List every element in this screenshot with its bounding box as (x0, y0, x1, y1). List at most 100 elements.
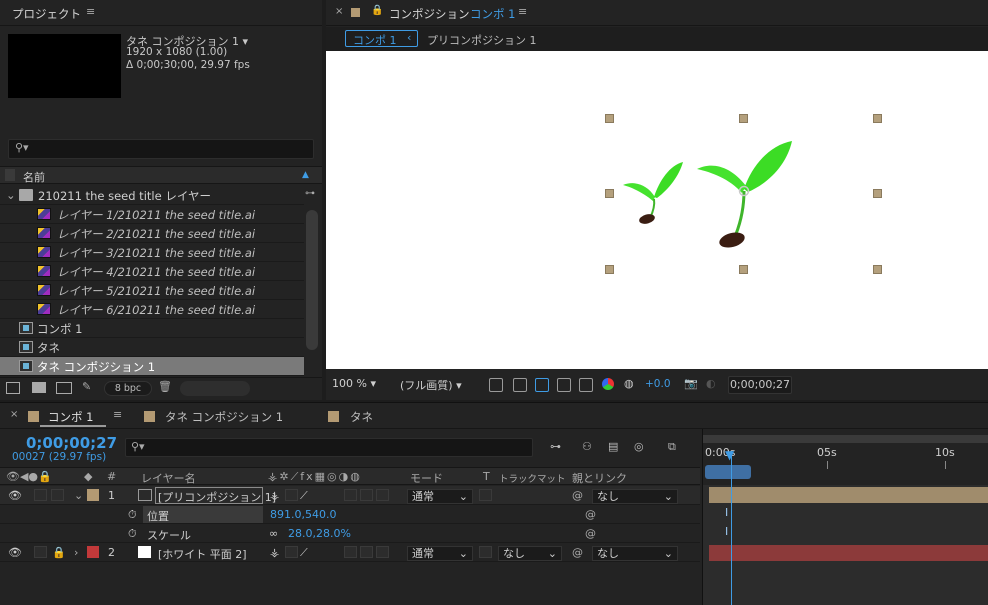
trackmatte-select[interactable]: なし ⌄ (498, 546, 562, 561)
project-search-input[interactable]: ⚲▾ (8, 139, 314, 159)
channel-icon[interactable] (602, 378, 614, 390)
keyframe-scale[interactable]: I (725, 525, 728, 538)
layer-name[interactable]: [ホワイト 平面 2] (158, 546, 247, 562)
layer-row-1[interactable]: 👁 ⌄ 1 [プリコンポジション 1] ⚶ ⟋ 通常 ⌄ @ なし ⌄ (0, 486, 700, 505)
list-item[interactable]: レイヤー 6/210211 the seed title.ai (0, 300, 304, 319)
shy-switch-icon[interactable]: ⚶ (270, 489, 279, 502)
camera-icon[interactable]: 📷 (684, 377, 698, 390)
constrain-link-icon[interactable]: ∞ (269, 527, 278, 540)
viewer-title[interactable]: コンポジション (389, 6, 470, 22)
bbox-handle[interactable] (739, 114, 748, 123)
new-comp-icon[interactable] (56, 382, 72, 394)
motion-blur-icon[interactable]: ◎ (634, 440, 644, 453)
flow-item-precomp[interactable]: プリコンポジション 1 (427, 32, 537, 48)
collapse-switch[interactable] (285, 546, 298, 558)
motion-blur-switch[interactable] (376, 489, 389, 501)
parent-select[interactable]: なし ⌄ (592, 489, 678, 504)
collapse-switch[interactable] (285, 489, 298, 501)
exposure-value[interactable]: +0.0 (645, 378, 671, 390)
tab-seed-comp[interactable]: タネ コンポジション 1 (165, 409, 283, 425)
preserve-transparency[interactable] (479, 489, 492, 501)
interpret-footage-icon[interactable] (6, 382, 20, 394)
comp-mini-flowchart-icon[interactable]: ⊶ (550, 440, 561, 453)
eye-icon[interactable]: 👁 (8, 489, 22, 502)
blend-mode-select[interactable]: 通常 ⌄ (407, 546, 473, 561)
bbox-handle[interactable] (605, 265, 614, 274)
chevron-left-icon[interactable]: ‹ (407, 31, 411, 44)
time-graph[interactable]: 0:00s 05s 10s I I ▼ (702, 429, 988, 605)
pen-icon[interactable]: ✎ (82, 380, 91, 393)
hamburger-icon[interactable]: ≡ (113, 408, 122, 421)
bpc-button[interactable]: 8 bpc (104, 381, 152, 396)
pickwhip-icon[interactable]: @ (585, 508, 596, 521)
keyframe-position[interactable]: I (725, 506, 728, 519)
scale-value[interactable]: 28.0,28.0% (288, 527, 351, 540)
playhead-handle[interactable]: ▼ (725, 448, 734, 462)
thumbnail-scroll[interactable] (180, 381, 250, 396)
list-item[interactable]: レイヤー 4/210211 the seed title.ai (0, 262, 304, 281)
chevron-down-icon[interactable]: ⌄ (74, 489, 83, 502)
list-item[interactable]: タネ (0, 338, 304, 357)
eye-icon[interactable]: 👁 (8, 546, 22, 559)
pickwhip-icon[interactable]: @ (585, 527, 596, 540)
folder-row[interactable]: ⌄ 210211 the seed title レイヤー (0, 186, 304, 205)
position-value[interactable]: 891.0,540.0 (270, 508, 336, 521)
list-item[interactable]: レイヤー 2/210211 the seed title.ai (0, 224, 304, 243)
mask-visibility-icon[interactable] (535, 378, 549, 392)
layer-2-duration-bar[interactable] (709, 545, 988, 561)
composition-canvas[interactable] (326, 51, 988, 369)
chevron-right-icon[interactable]: › (74, 546, 78, 559)
layer-label-color[interactable] (87, 489, 99, 501)
layer-1-duration-bar[interactable] (709, 487, 988, 503)
viewer-comp-name[interactable]: コンポ 1 (470, 6, 515, 22)
graph-editor-icon[interactable]: ⧉ (668, 440, 676, 454)
fast-preview-icon[interactable] (489, 378, 503, 392)
quality-switch-icon[interactable]: ⟋ (300, 546, 308, 560)
effects-switch[interactable] (344, 489, 357, 501)
parent-column[interactable]: 親とリンク (572, 470, 627, 486)
close-icon[interactable]: × (10, 409, 18, 420)
frame-blend-switch[interactable] (360, 546, 373, 558)
bbox-handle[interactable] (873, 114, 882, 123)
zoom-dropdown[interactable]: 100 % ▾ (332, 377, 376, 394)
pickwhip-icon[interactable]: @ (572, 489, 583, 502)
switches-icons[interactable]: ⚶✲⟋fx▦◎◑◍ (268, 470, 362, 484)
lock-toggle[interactable] (51, 489, 64, 501)
shy-switch-icon[interactable]: ⚶ (270, 546, 279, 559)
sort-up-icon[interactable]: ▲ (302, 170, 309, 180)
flowchart-icon[interactable]: ⊶ (305, 188, 315, 199)
bbox-handle[interactable] (873, 189, 882, 198)
parent-select[interactable]: なし ⌄ (592, 546, 678, 561)
bbox-handle[interactable] (873, 265, 882, 274)
project-tab-label[interactable]: プロジェクト (12, 6, 81, 22)
bbox-handle[interactable] (605, 189, 614, 198)
timeline-search-input[interactable]: ⚲▾ (125, 438, 533, 457)
hamburger-icon[interactable]: ≡ (518, 5, 527, 18)
work-area-range[interactable] (705, 465, 751, 479)
preserve-transparency[interactable] (479, 546, 492, 558)
stopwatch-icon[interactable]: ⏱ (128, 527, 137, 541)
grid-guides-icon[interactable] (579, 378, 593, 392)
stopwatch-icon[interactable]: ⏱ (128, 508, 137, 522)
property-label[interactable]: スケール (147, 527, 191, 543)
solo-toggle[interactable] (34, 546, 47, 558)
label-column-icon[interactable] (5, 169, 15, 181)
playhead[interactable] (731, 451, 732, 605)
trackmatte-column[interactable]: トラックマット (499, 471, 566, 485)
name-column[interactable]: 名前 (23, 169, 45, 185)
pickwhip-icon[interactable]: @ (572, 546, 583, 559)
lock-icon[interactable]: 🔒 (371, 5, 383, 16)
bbox-handle[interactable] (605, 114, 614, 123)
layer-label-color[interactable] (87, 546, 99, 558)
av-features-icons[interactable]: 👁◀︎●🔒 (6, 470, 52, 483)
resolution-dropdown[interactable]: (フル画質) ▾ (400, 377, 462, 394)
layer-name-column[interactable]: レイヤー名 (141, 470, 196, 486)
chevron-down-icon[interactable]: ⌄ (6, 188, 16, 202)
region-of-interest-icon[interactable] (557, 378, 571, 392)
transparency-grid-icon[interactable] (513, 378, 527, 392)
shy-layers-icon[interactable]: ⚇ (582, 440, 592, 453)
property-label[interactable]: 位置 (147, 508, 169, 524)
show-snapshot-icon[interactable]: ◐ (706, 377, 716, 390)
project-scrollbar[interactable] (306, 210, 318, 350)
list-item[interactable]: コンポ 1 (0, 319, 304, 338)
